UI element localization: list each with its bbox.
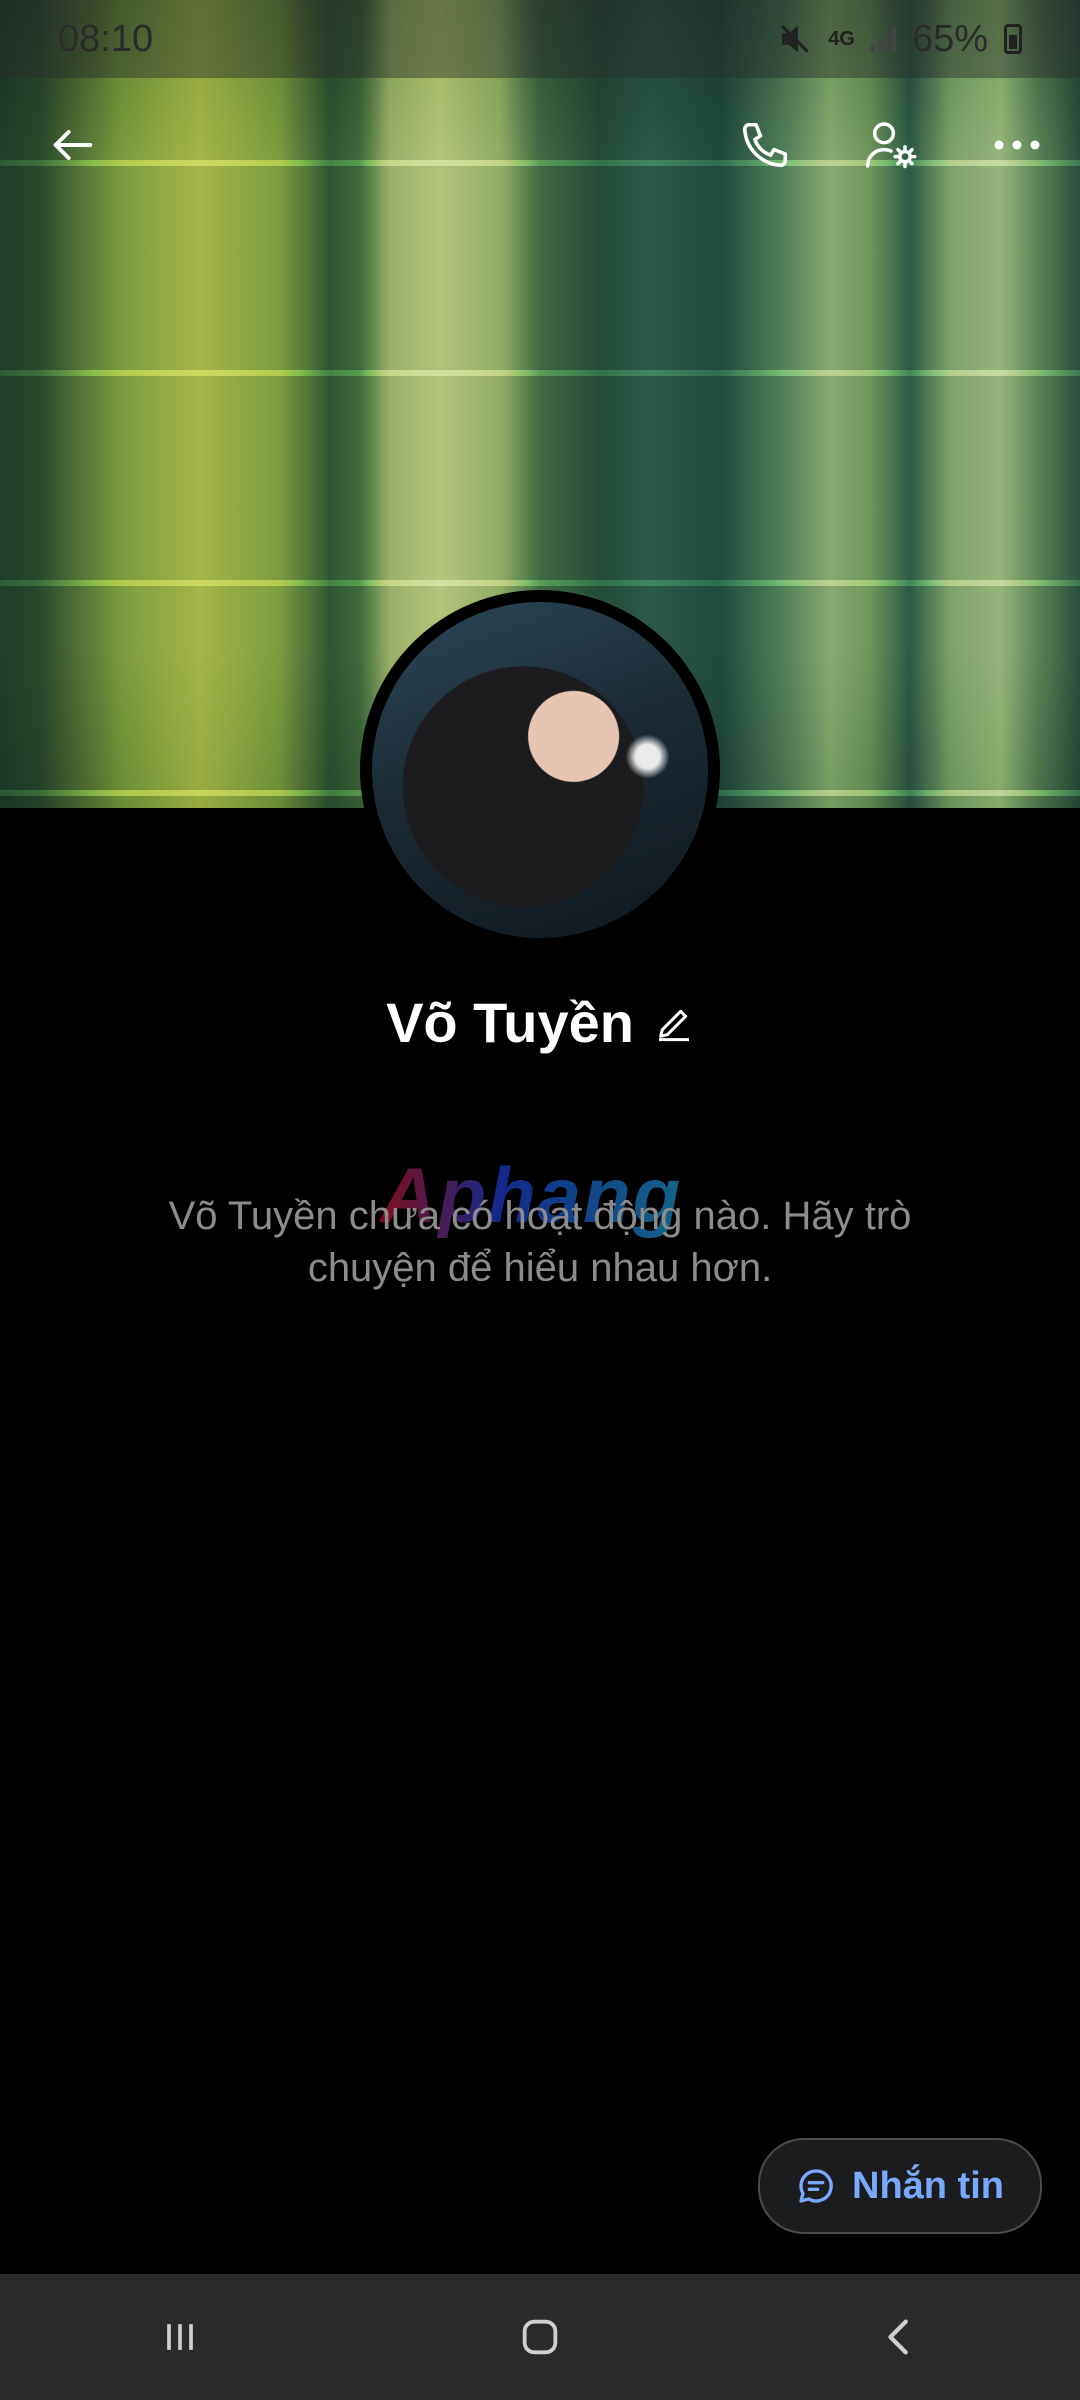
more-options-button[interactable] [972,100,1062,190]
status-bar: 08:10 4G 65% [0,0,1080,78]
nav-back-button[interactable] [840,2287,960,2387]
send-message-label: Nhắn tin [852,2164,1004,2207]
mute-icon [778,22,812,56]
user-settings-icon [865,122,917,169]
profile-settings-button[interactable] [846,100,936,190]
home-icon [522,2319,558,2355]
signal-icon [870,26,896,52]
phone-icon [742,122,788,168]
send-message-button[interactable]: Nhắn tin [758,2138,1042,2234]
battery-icon [1004,24,1022,54]
recent-apps-button[interactable] [120,2287,240,2387]
status-icons: 4G 65% [778,18,1022,61]
profile-name: Võ Tuyền [386,991,634,1054]
back-button[interactable] [28,100,118,190]
edit-name-button[interactable] [654,1003,694,1043]
profile-top-bar [0,100,1080,190]
chat-bubble-icon [799,2169,833,2203]
empty-activity-message: Võ Tuyền chưa có hoạt động nào. Hãy trò … [168,1194,912,1290]
battery-percent: 65% [911,17,988,60]
avatar[interactable] [372,602,708,938]
call-button[interactable] [720,100,810,190]
network-type: 4G [828,27,855,50]
profile-name-row: Võ Tuyền [0,990,1080,1055]
system-navigation-bar [0,2274,1080,2400]
arrow-left-icon [53,130,93,160]
home-button[interactable] [480,2287,600,2387]
pencil-icon [658,1009,689,1041]
chevron-left-icon [888,2319,908,2355]
avatar-frame [360,590,720,950]
status-time: 08:10 [58,17,154,60]
more-horizontal-icon [994,140,1040,150]
recent-apps-icon [167,2324,193,2350]
